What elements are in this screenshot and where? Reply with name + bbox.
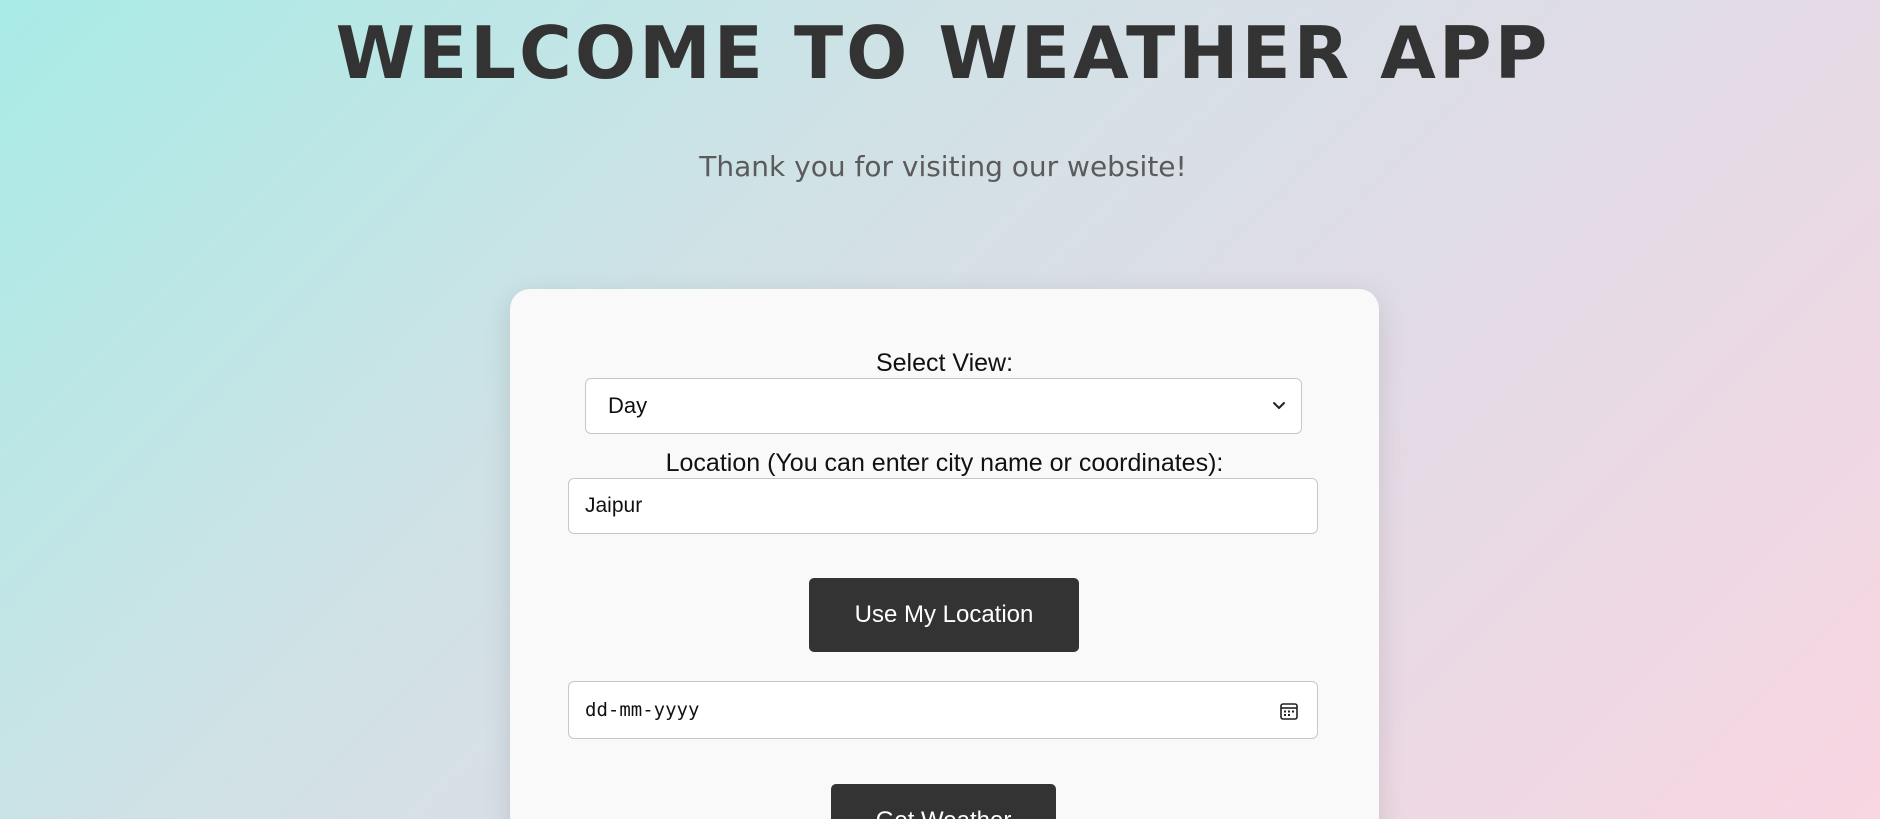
chevron-down-icon	[1273, 402, 1285, 409]
page-title: WELCOME TO WEATHER APP	[335, 11, 1551, 95]
location-input-value: Jaipur	[585, 494, 643, 517]
use-my-location-button[interactable]: Use My Location	[809, 578, 1079, 652]
location-input[interactable]: Jaipur	[568, 478, 1318, 534]
view-select-value: Day	[608, 393, 648, 418]
view-select[interactable]: Day	[585, 378, 1302, 434]
date-input-placeholder: dd-mm-yyyy	[585, 699, 700, 721]
view-select-label: Select View:	[875, 349, 1014, 377]
page-subtitle: Thank you for visiting our website!	[699, 150, 1187, 183]
location-label: Location (You can enter city name or coo…	[665, 449, 1224, 477]
date-input[interactable]: dd-mm-yyyy	[568, 681, 1318, 739]
weather-form-card: Select View: Day Location (You can enter…	[510, 289, 1379, 819]
get-weather-button[interactable]: Get Weather	[831, 784, 1056, 819]
calendar-icon[interactable]	[1279, 701, 1299, 721]
